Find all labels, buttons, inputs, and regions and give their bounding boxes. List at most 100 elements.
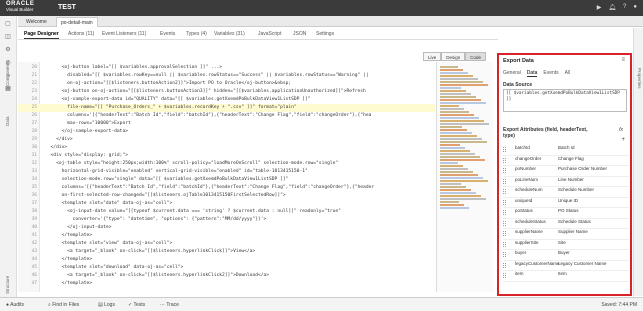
code-line[interactable]: 24 <oj-sample-export-data id="QUALITY" d… (18, 96, 435, 104)
tab-page-designer[interactable]: Page Designer (24, 30, 59, 39)
expression-fx-icon[interactable]: fx (619, 127, 623, 133)
code-line[interactable]: 43 <a target="_blank" on-click="[[$liste… (18, 248, 435, 256)
audits-tab[interactable]: ● Audits (6, 301, 24, 309)
code-line[interactable]: 39 converter='{"type": "datetime", "opti… (18, 216, 435, 224)
drag-handle-icon[interactable] (503, 178, 506, 184)
components-icon[interactable]: ◫ (4, 34, 12, 41)
attribute-row[interactable]: changeOrder Change Flag (503, 156, 629, 166)
code-line[interactable]: 28 </oj-sample-export-data> (18, 128, 435, 136)
code-line[interactable]: 46 <a target="_blank" on-click="[[$liste… (18, 272, 435, 280)
code-line[interactable]: 31 <div style="display: grid;"> (18, 152, 435, 160)
code-text: <div style="display: grid;"> (45, 153, 128, 158)
attribute-row[interactable]: supplierSite Site (503, 240, 629, 250)
code-text: selection-mode.row="single" data="[[ $va… (45, 177, 289, 182)
line-number: 28 (31, 129, 37, 134)
drag-handle-icon[interactable] (503, 262, 506, 268)
code-line[interactable]: 29 </div> (18, 136, 435, 144)
tab-welcome[interactable]: Welcome (22, 17, 51, 27)
code-line[interactable]: 27 max-rows="10000">Export (18, 120, 435, 128)
drag-handle-icon[interactable] (503, 210, 506, 215)
drag-handle-icon[interactable] (503, 241, 506, 247)
live-mode-button[interactable]: Live (423, 52, 442, 61)
code-line[interactable]: 20 <oj-button label="[[ $variables.appro… (18, 64, 435, 72)
help-icon[interactable]: ? (623, 4, 626, 11)
code-line[interactable]: 38 <oj-input-date value="[[typeof $curre… (18, 208, 435, 216)
attribute-row[interactable]: legacyCustomerName Legacy Customer Name (503, 261, 629, 271)
code-line[interactable]: 40 </oj-input-date> (18, 224, 435, 232)
code-line[interactable]: 35 columns='[{"headerText":"Batch Id","f… (18, 184, 435, 192)
tab-json[interactable]: JSON (293, 30, 306, 38)
logs-tab[interactable]: ▤ Logs (98, 301, 115, 309)
structure-tab-label[interactable]: Structure (5, 276, 10, 294)
drag-handle-icon[interactable] (503, 147, 506, 152)
attribute-row[interactable]: scheduleNum Schedule Number (503, 187, 629, 198)
drag-handle-icon[interactable] (503, 189, 506, 194)
code-editor[interactable]: 20 <oj-button label="[[ $variables.appro… (18, 62, 435, 292)
code-line[interactable]: 36 on-first-selected-row-changed="[[$lis… (18, 192, 435, 200)
properties-tab-label[interactable]: Properties (637, 68, 642, 89)
design-mode-button[interactable]: Design (441, 52, 466, 61)
attribute-row[interactable]: poNumber Purchase Order Number (503, 166, 629, 177)
code-line[interactable]: 34 selection-mode.row="single" data="[[ … (18, 176, 435, 184)
attribute-row[interactable]: scheduleStatus Schedule Status (503, 219, 629, 229)
attribute-row[interactable]: item Item (503, 271, 629, 282)
code-line[interactable]: 26 columns='[{"headerText":"Batch Id","f… (18, 112, 435, 120)
code-line[interactable]: 21 disabled="[[ $variables.rowKey==null … (18, 72, 435, 80)
code-line[interactable]: 47 </template> (18, 280, 435, 288)
tab-general[interactable]: General (503, 69, 521, 77)
drag-handle-icon[interactable] (503, 199, 506, 205)
tab-data[interactable]: Data (526, 69, 538, 77)
code-line[interactable]: 41 </template> (18, 232, 435, 240)
tab-actions[interactable]: Actions (11) (68, 30, 94, 38)
tests-tab[interactable]: ✓ Tests (128, 301, 145, 309)
drag-handle-icon[interactable] (503, 273, 506, 278)
tab-po-detail-main[interactable]: po-detail-main (56, 17, 98, 27)
data-tab-label[interactable]: Data (5, 116, 10, 126)
attribute-row[interactable]: poStatus PO Status (503, 208, 629, 219)
code-line[interactable]: 42 <template slot="view" data-oj-as="cel… (18, 240, 435, 248)
drag-handle-icon[interactable] (503, 231, 506, 236)
export-data-panel: Export Data ≡ General Data Events All Da… (497, 53, 632, 296)
drag-handle-icon[interactable] (503, 157, 506, 163)
code-line[interactable]: 25 file-name="[[ "Purchase_Orders_" + $v… (18, 104, 435, 112)
code-line[interactable]: 37 <template slot="date" data-oj-as="cel… (18, 200, 435, 208)
data-source-input[interactable]: [[ $variables.getXxemdPoBulkDataView1Lis… (503, 89, 627, 112)
tab-settings[interactable]: Settings (316, 30, 334, 38)
attribute-row[interactable]: batchId Batch Id (503, 145, 629, 156)
code-minimap[interactable] (436, 62, 493, 292)
find-in-files-tab[interactable]: ⌕ Find in Files (48, 301, 79, 309)
hamburger-menu-icon[interactable]: ≡ (621, 57, 625, 63)
service-icon[interactable]: ⚙ (4, 47, 12, 54)
drag-handle-icon[interactable] (503, 168, 506, 173)
drag-handle-icon[interactable] (503, 252, 506, 257)
code-line[interactable]: 45 <template slot="download" data-oj-as=… (18, 264, 435, 272)
tab-events[interactable]: Events (543, 69, 558, 77)
layout-icon[interactable]: ▦ (4, 86, 12, 93)
code-line[interactable]: 30 </div> (18, 144, 435, 152)
tab-events[interactable]: Events (160, 30, 175, 38)
attribute-row[interactable]: poLineNum Line Number (503, 177, 629, 187)
webapps-icon[interactable]: ▢ (4, 21, 12, 28)
attribute-row[interactable]: buyer Buyer (503, 250, 629, 261)
code-line[interactable]: 22 on-oj-action="[[$listeners.buttonActi… (18, 80, 435, 88)
tab-event-listeners[interactable]: Event Listeners (11) (102, 30, 146, 38)
add-attribute-icon[interactable]: + (621, 137, 625, 143)
code-line[interactable]: 33 horizontal-grid-visible="enabled" ver… (18, 168, 435, 176)
trace-tab[interactable]: ⋯ Trace (160, 301, 179, 309)
tab-javascript[interactable]: JavaScript (258, 30, 281, 38)
attribute-row[interactable]: uniqueId Unique ID (503, 198, 629, 208)
code-line[interactable]: 44 </template> (18, 256, 435, 264)
drag-handle-icon[interactable] (503, 220, 506, 226)
code-line[interactable]: 32 <oj-table style="height:250px;width:1… (18, 160, 435, 168)
left-navigator-rail: ▢ ◫ ⚙ ◎ ‹› ▦ Components Data Structure (0, 16, 17, 311)
play-icon[interactable]: ▶ (597, 4, 602, 11)
tab-all[interactable]: All (565, 69, 571, 77)
bell-icon[interactable]: 🔔︎ (608, 4, 616, 11)
components-tab-label[interactable]: Components (5, 60, 10, 86)
code-mode-button[interactable]: Code (465, 52, 487, 61)
attribute-row[interactable]: supplierName Supplier Name (503, 229, 629, 240)
code-line[interactable]: 23 <oj-button on-oj-action="[[$listeners… (18, 88, 435, 96)
tab-types[interactable]: Types (4) (186, 30, 207, 38)
user-icon[interactable]: ● (633, 4, 637, 11)
tab-variables[interactable]: Variables (31) (214, 30, 245, 38)
